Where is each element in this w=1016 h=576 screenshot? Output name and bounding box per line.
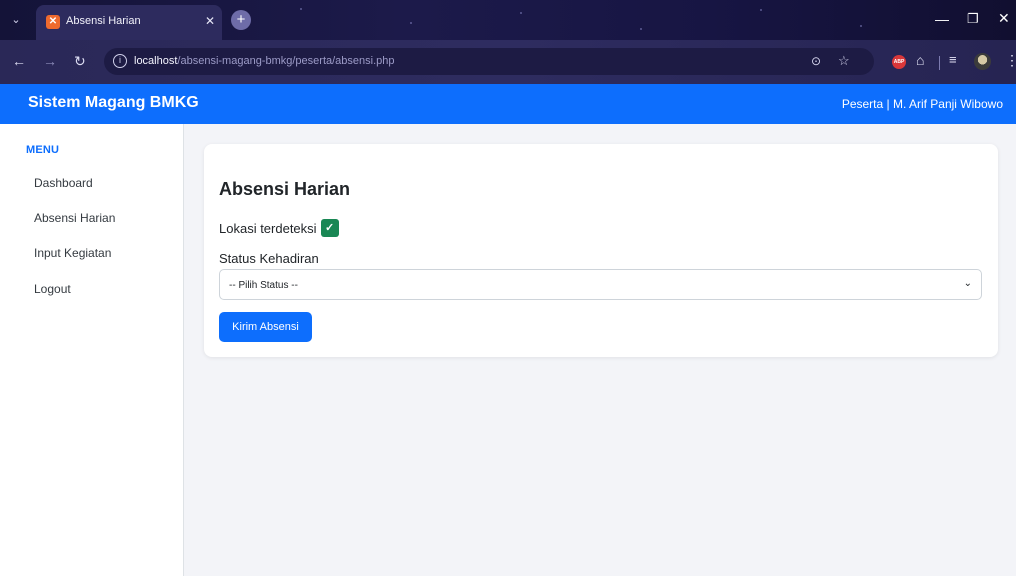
bookmark-star-icon[interactable]: ☆ [838,53,850,69]
extensions-puzzle-icon[interactable]: ⌂ [916,52,924,68]
new-tab-button[interactable]: + [231,10,251,30]
status-select[interactable]: -- Pilih Status -- ⌄ [219,269,982,300]
tab-search-dropdown-icon[interactable]: ⌄ [8,12,24,28]
app-navbar: Sistem Magang BMKG Peserta | M. Arif Pan… [0,84,1016,124]
site-info-icon[interactable]: i [113,54,127,68]
location-status-text: Lokasi terdeteksi [219,220,317,236]
media-control-icon[interactable]: ≡ [949,52,957,67]
sidebar-item-input-kegiatan[interactable]: Input Kegiatan [34,246,111,260]
profile-avatar[interactable] [974,53,991,70]
check-icon: ✓ [320,219,339,237]
page-title: Absensi Harian [219,179,351,199]
background-decoration [860,25,862,27]
submit-attendance-button[interactable]: Kirim Absensi [219,312,312,342]
background-decoration [300,8,302,10]
sidebar: MENU Dashboard Absensi Harian Input Kegi… [0,124,184,576]
toolbar-divider [939,56,940,70]
browser-toolbar: ← → ↻ i localhost/absensi-magang-bmkg/pe… [0,40,1016,84]
status-select-value: -- Pilih Status -- [229,280,298,291]
background-decoration [410,22,412,24]
status-label: Status Kehadiran [219,251,319,266]
minimize-icon[interactable]: — [935,11,949,27]
url-path: /absensi-magang-bmkg/peserta/absensi.php [177,55,395,67]
sidebar-item-dashboard[interactable]: Dashboard [34,176,93,190]
xampp-favicon-icon: ✕ [46,15,60,29]
window-close-icon[interactable]: ✕ [998,10,1010,27]
chevron-down-icon: ⌄ [963,278,972,289]
more-options-icon[interactable]: ⋮ [1005,52,1016,69]
attendance-card: Absensi Harian Lokasi terdeteksi ✓ Statu… [204,144,998,357]
adblock-extension-icon[interactable]: ABP [892,55,906,69]
user-info: Peserta | M. Arif Panji Wibowo [841,97,1003,111]
sidebar-item-logout[interactable]: Logout [34,282,71,296]
tab-title: Absensi Harian [66,15,141,27]
restore-icon[interactable]: ❐ [967,11,979,27]
background-decoration [520,12,522,14]
address-url[interactable]: localhost/absensi-magang-bmkg/peserta/ab… [134,55,395,67]
menu-heading: MENU [26,144,60,156]
location-pin-icon[interactable]: ⊙ [811,54,821,68]
reload-icon[interactable]: ↻ [74,53,86,70]
address-bar[interactable]: i localhost/absensi-magang-bmkg/peserta/… [104,48,874,75]
browser-tab-strip: ⌄ ✕ Absensi Harian ✕ + — ❐ ✕ [0,0,1016,40]
browser-tab[interactable]: ✕ Absensi Harian ✕ [36,5,222,40]
background-decoration [760,9,762,11]
location-status: Lokasi terdeteksi ✓ [219,219,339,237]
brand-title[interactable]: Sistem Magang BMKG [28,94,199,112]
back-arrow-icon[interactable]: ← [12,53,26,69]
tab-close-icon[interactable]: ✕ [205,14,215,28]
forward-arrow-icon[interactable]: → [43,53,57,69]
url-host: localhost [134,55,178,67]
sidebar-item-absensi-harian[interactable]: Absensi Harian [34,211,115,225]
background-decoration [640,28,642,30]
